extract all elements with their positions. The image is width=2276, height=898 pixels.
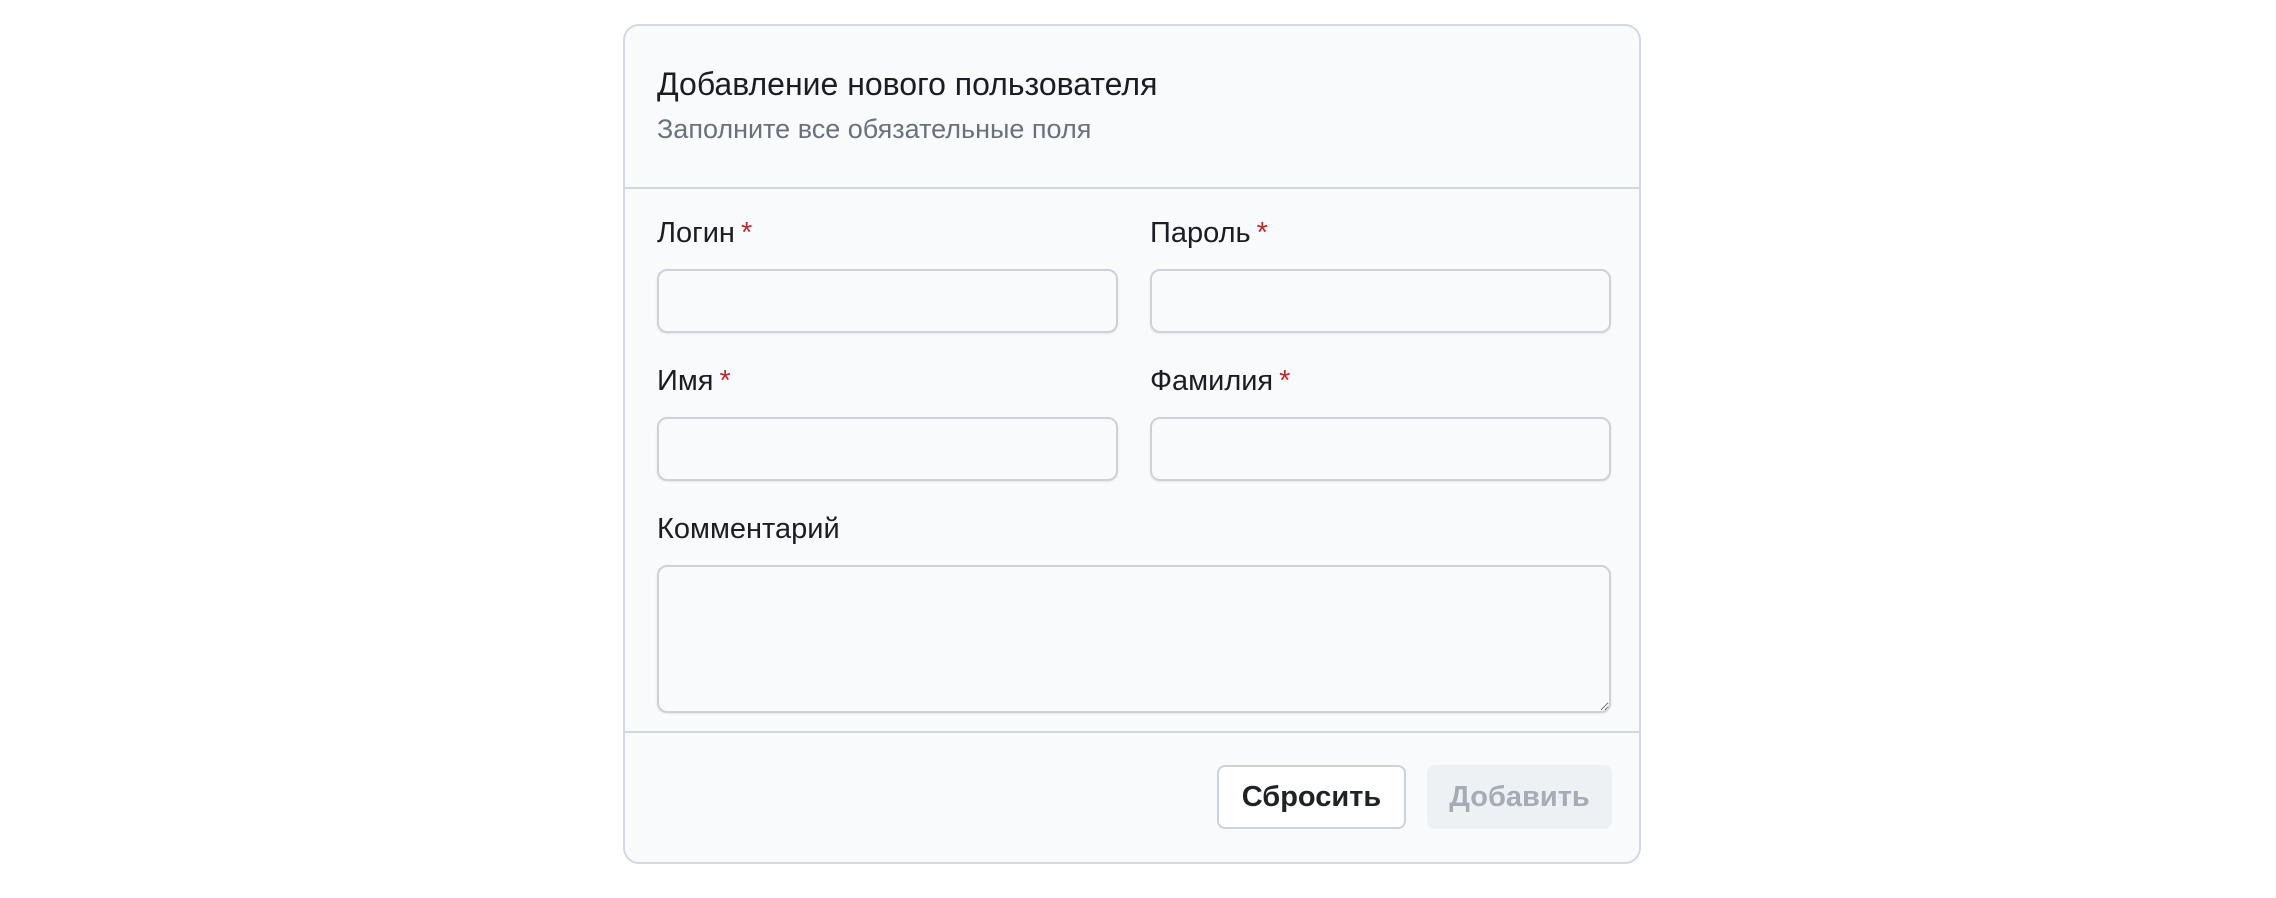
add-user-form-card: Добавление нового пользователя Заполните…: [623, 24, 1641, 864]
reset-button[interactable]: Сбросить: [1217, 765, 1406, 829]
login-label-text: Логин: [657, 217, 735, 249]
password-field-group: Пароль *: [1150, 215, 1611, 333]
first-name-label-text: Имя: [657, 365, 714, 397]
add-button[interactable]: Добавить: [1427, 765, 1612, 829]
form-subtitle: Заполните все обязательные поля: [657, 114, 1092, 144]
last-name-input[interactable]: [1150, 417, 1611, 481]
first-name-input[interactable]: [657, 417, 1118, 481]
form-title: Добавление нового пользователя: [657, 66, 1158, 102]
password-label-text: Пароль: [1150, 217, 1251, 249]
first-name-field-group: Имя *: [657, 363, 1118, 481]
password-label: Пароль *: [1150, 215, 1268, 251]
comment-field-group: Комментарий: [657, 511, 1611, 713]
form-body: Логин * Пароль * Имя * Фамилия * Комментарий: [625, 189, 1639, 733]
password-input[interactable]: [1150, 269, 1611, 333]
login-field-group: Логин *: [657, 215, 1118, 333]
last-name-label: Фамилия *: [1150, 363, 1290, 399]
comment-textarea[interactable]: [657, 565, 1611, 713]
last-name-label-text: Фамилия: [1150, 365, 1274, 397]
required-mark: *: [740, 217, 753, 249]
form-footer: Сбросить Добавить: [625, 733, 1639, 862]
required-mark: *: [1256, 217, 1268, 249]
login-label: Логин *: [657, 215, 752, 251]
login-input[interactable]: [657, 269, 1118, 333]
form-header: Добавление нового пользователя Заполните…: [625, 26, 1639, 189]
comment-label: Комментарий: [657, 513, 840, 545]
last-name-field-group: Фамилия *: [1150, 363, 1611, 481]
required-mark: *: [1279, 365, 1291, 397]
required-mark: *: [719, 365, 731, 397]
first-name-label: Имя *: [657, 363, 731, 399]
